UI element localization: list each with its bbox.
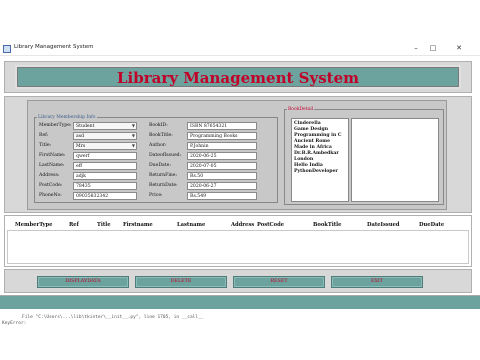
book-field-label: Price:: [149, 193, 163, 198]
column-header[interactable]: PostCode: [257, 222, 284, 228]
console-line: KeyError:: [2, 321, 27, 326]
book-input[interactable]: 2020-06-25: [187, 152, 257, 160]
book-input[interactable]: 2020-07-05: [187, 162, 257, 170]
member-combobox[interactable]: Mrs ▼: [73, 142, 137, 150]
book-input[interactable]: Rs.549: [187, 192, 257, 200]
member-field-label: Title:: [39, 143, 52, 148]
window-titlebar[interactable]: Library Management System – □ ✕: [0, 42, 480, 56]
close-icon[interactable]: ✕: [453, 43, 465, 54]
member-input[interactable]: 78435: [73, 182, 137, 190]
book-field-label: BookTitle:: [149, 133, 173, 138]
column-header[interactable]: DueDate: [419, 222, 444, 228]
exit-button[interactable]: EXIT: [331, 276, 423, 288]
member-field-value: asd: [76, 134, 85, 139]
member-field-label: PostCode:: [39, 183, 63, 188]
book-detail-legend: BookDetail: [287, 107, 315, 112]
column-header[interactable]: Address: [231, 222, 254, 228]
member-field-value: Student: [76, 124, 95, 129]
member-field-value: eff: [76, 164, 82, 169]
book-list-item[interactable]: PythonDeveloper: [294, 169, 346, 175]
member-field-value: 09035832342: [76, 194, 109, 199]
records-table: MemberType Ref Title Firstname Lastname Addre…: [4, 215, 472, 267]
book-field-label: Author:: [149, 143, 167, 148]
book-listbox[interactable]: Cinderella Game Design Programming in C Anc…: [291, 118, 349, 202]
member-input[interactable]: eff: [73, 162, 137, 170]
member-field-value: 78435: [76, 184, 91, 189]
reset-button[interactable]: RESET: [233, 276, 325, 288]
column-header[interactable]: BookTitle: [313, 222, 341, 228]
book-input[interactable]: Rs.50: [187, 172, 257, 180]
footer-strip: [0, 295, 480, 309]
membership-frame: Library Membership Info MemberType: Stude…: [34, 115, 278, 203]
column-header[interactable]: Firstname: [123, 222, 153, 228]
member-field-label: FirstName:: [39, 153, 66, 158]
console-line: File "C:\Users\...\lib\tkinter\__init__.…: [22, 315, 204, 320]
book-input[interactable]: ISBN 87654321: [187, 122, 257, 130]
book-field-label: ReturnDate:: [149, 183, 178, 188]
book-field-label: DueDate:: [149, 163, 171, 168]
member-field-label: MemberType:: [39, 123, 72, 128]
member-field-label: Ref:: [39, 133, 49, 138]
main-panel: Library Membership Info MemberType: Stude…: [4, 96, 472, 213]
member-field-value: Mrs: [76, 144, 86, 149]
member-field-value: adjk: [76, 174, 86, 179]
book-input[interactable]: 2020-06-27: [187, 182, 257, 190]
app-window: Library Management System Library Member…: [0, 57, 480, 315]
member-input[interactable]: adjk: [73, 172, 137, 180]
records-list[interactable]: [7, 230, 469, 264]
app-title: Library Management System: [117, 69, 359, 87]
header-panel: Library Management System: [4, 61, 472, 93]
member-combobox[interactable]: Student ▼: [73, 122, 137, 130]
column-header[interactable]: Title: [97, 222, 111, 228]
member-input[interactable]: qwerf: [73, 152, 137, 160]
membership-legend: Library Membership Info: [37, 115, 97, 120]
book-input[interactable]: Programming Books: [187, 132, 257, 140]
header-banner: Library Management System: [15, 65, 461, 89]
delete-button[interactable]: DELETE: [135, 276, 227, 288]
member-input[interactable]: 09035832342: [73, 192, 137, 200]
member-field-label: LastName:: [39, 163, 65, 168]
screen: Library Management System – □ ✕ Library …: [0, 0, 480, 360]
member-field-value: qwerf: [76, 154, 90, 159]
column-header[interactable]: Ref: [69, 222, 79, 228]
member-combobox[interactable]: asd ▼: [73, 132, 137, 140]
button-bar: DISPLAYDATA DELETE RESET EXIT: [4, 269, 472, 293]
book-field-label: BookID:: [149, 123, 168, 128]
member-field-label: Address:: [39, 173, 60, 178]
member-field-label: PhoneNo:: [39, 193, 62, 198]
main-inner-panel: Library Membership Info MemberType: Stude…: [27, 100, 447, 210]
column-header[interactable]: DateIssued: [367, 222, 400, 228]
book-field-label: DateofIssued:: [149, 153, 182, 158]
chevron-down-icon[interactable]: ▼: [132, 133, 135, 138]
chevron-down-icon[interactable]: ▼: [132, 123, 135, 128]
window-title: Library Management System: [14, 44, 94, 50]
maximize-icon[interactable]: □: [427, 43, 439, 54]
display-data-button[interactable]: DISPLAYDATA: [37, 276, 129, 288]
column-header[interactable]: Lastname: [177, 222, 205, 228]
book-input[interactable]: P.Johnin: [187, 142, 257, 150]
book-field-label: ReturnFine:: [149, 173, 178, 178]
console-output: File "C:\Users\...\lib\tkinter\__init__.…: [0, 315, 480, 360]
column-header[interactable]: MemberType: [15, 222, 52, 228]
minimize-icon[interactable]: –: [410, 43, 422, 54]
app-icon: [3, 45, 11, 53]
chevron-down-icon[interactable]: ▼: [132, 143, 135, 148]
book-detail-text[interactable]: [351, 118, 439, 202]
book-detail-frame: BookDetail Cinderella Game Design Programm…: [284, 107, 444, 205]
